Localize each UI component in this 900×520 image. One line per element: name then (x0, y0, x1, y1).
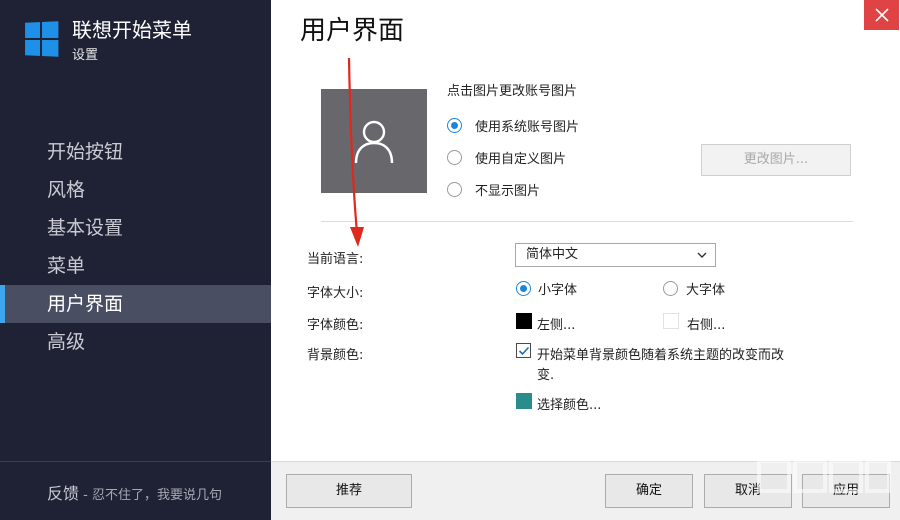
close-icon (874, 8, 889, 22)
follow-theme-checkbox[interactable] (516, 343, 531, 358)
change-picture-button[interactable]: 更改图片... (701, 144, 851, 176)
radio-button[interactable] (663, 281, 678, 296)
left-font-color-swatch[interactable] (516, 313, 532, 329)
choose-color-link[interactable]: 选择颜色... (537, 394, 601, 413)
feedback-label: 反馈 (47, 484, 80, 503)
footer-bar: 推荐 确定 取消 应用 (271, 461, 900, 520)
app-subtitle: 设置 (72, 48, 99, 63)
account-picture[interactable] (321, 89, 427, 193)
feedback-subtext: - 忍不住了，我要说几句 (79, 488, 222, 503)
radio-label: 使用自定义图片 (475, 152, 567, 167)
radio-custom-picture[interactable]: 使用自定义图片 (447, 148, 566, 167)
windows-logo-icon (25, 21, 59, 57)
follow-theme-label-cont: 变. (537, 368, 555, 383)
radio-button[interactable] (447, 118, 462, 133)
radio-no-picture[interactable]: 不显示图片 (447, 180, 540, 199)
feedback-link[interactable]: 反馈 - 忍不住了，我要说几句 (47, 480, 222, 504)
sidebar-item-basic-settings[interactable]: 基本设置 (0, 209, 271, 247)
sidebar-item-menu[interactable]: 菜单 (0, 247, 271, 285)
left-font-color-link[interactable]: 左侧... (537, 314, 575, 333)
recommend-button[interactable]: 推荐 (286, 474, 412, 508)
language-select[interactable]: 简体中文 (515, 243, 716, 267)
background-color-swatch[interactable] (516, 393, 532, 409)
chevron-down-icon (697, 252, 707, 258)
font-color-label: 字体颜色: (307, 318, 364, 333)
sidebar: 联想开始菜单 设置 开始按钮 风格 基本设置 菜单 用户界面 高级 反馈 - 忍… (0, 0, 271, 520)
ok-button[interactable]: 确定 (605, 474, 693, 508)
radio-large-font[interactable]: 大字体 (663, 279, 725, 298)
language-label: 当前语言: (307, 252, 364, 267)
follow-theme-label: 开始菜单背景颜色随着系统主题的改变而改 (537, 348, 785, 363)
radio-label: 使用系统账号图片 (475, 120, 580, 135)
radio-button[interactable] (447, 182, 462, 197)
radio-small-font[interactable]: 小字体 (516, 279, 577, 298)
radio-button[interactable] (447, 150, 462, 165)
radio-label: 大字体 (686, 283, 726, 298)
language-select-value: 简体中文 (526, 247, 579, 262)
sidebar-item-style[interactable]: 风格 (0, 171, 271, 209)
app-title: 联想开始菜单 (72, 18, 192, 42)
background-color-label: 背景颜色: (307, 348, 364, 363)
radio-system-picture[interactable]: 使用系统账号图片 (447, 116, 579, 135)
section-divider (321, 221, 853, 222)
apply-button[interactable]: 应用 (802, 474, 890, 508)
radio-button[interactable] (516, 281, 531, 296)
sidebar-nav: 开始按钮 风格 基本设置 菜单 用户界面 高级 (0, 133, 271, 361)
cancel-button[interactable]: 取消 (704, 474, 792, 508)
radio-label: 不显示图片 (475, 184, 541, 199)
font-size-label: 字体大小: (307, 286, 364, 301)
account-picture-hint: 点击图片更改账号图片 (447, 84, 578, 99)
right-font-color-swatch[interactable] (663, 313, 679, 329)
right-font-color-link[interactable]: 右侧... (687, 314, 725, 333)
sidebar-item-start-button[interactable]: 开始按钮 (0, 133, 271, 171)
sidebar-item-advanced[interactable]: 高级 (0, 323, 271, 361)
sidebar-item-user-interface[interactable]: 用户界面 (0, 285, 271, 323)
brand: 联想开始菜单 设置 (24, 18, 192, 63)
close-button[interactable] (864, 0, 899, 30)
page-title: 用户界面 (300, 16, 405, 46)
radio-label: 小字体 (538, 283, 578, 298)
user-icon (354, 120, 394, 164)
checkmark-icon (518, 346, 530, 356)
sidebar-divider (0, 461, 271, 462)
